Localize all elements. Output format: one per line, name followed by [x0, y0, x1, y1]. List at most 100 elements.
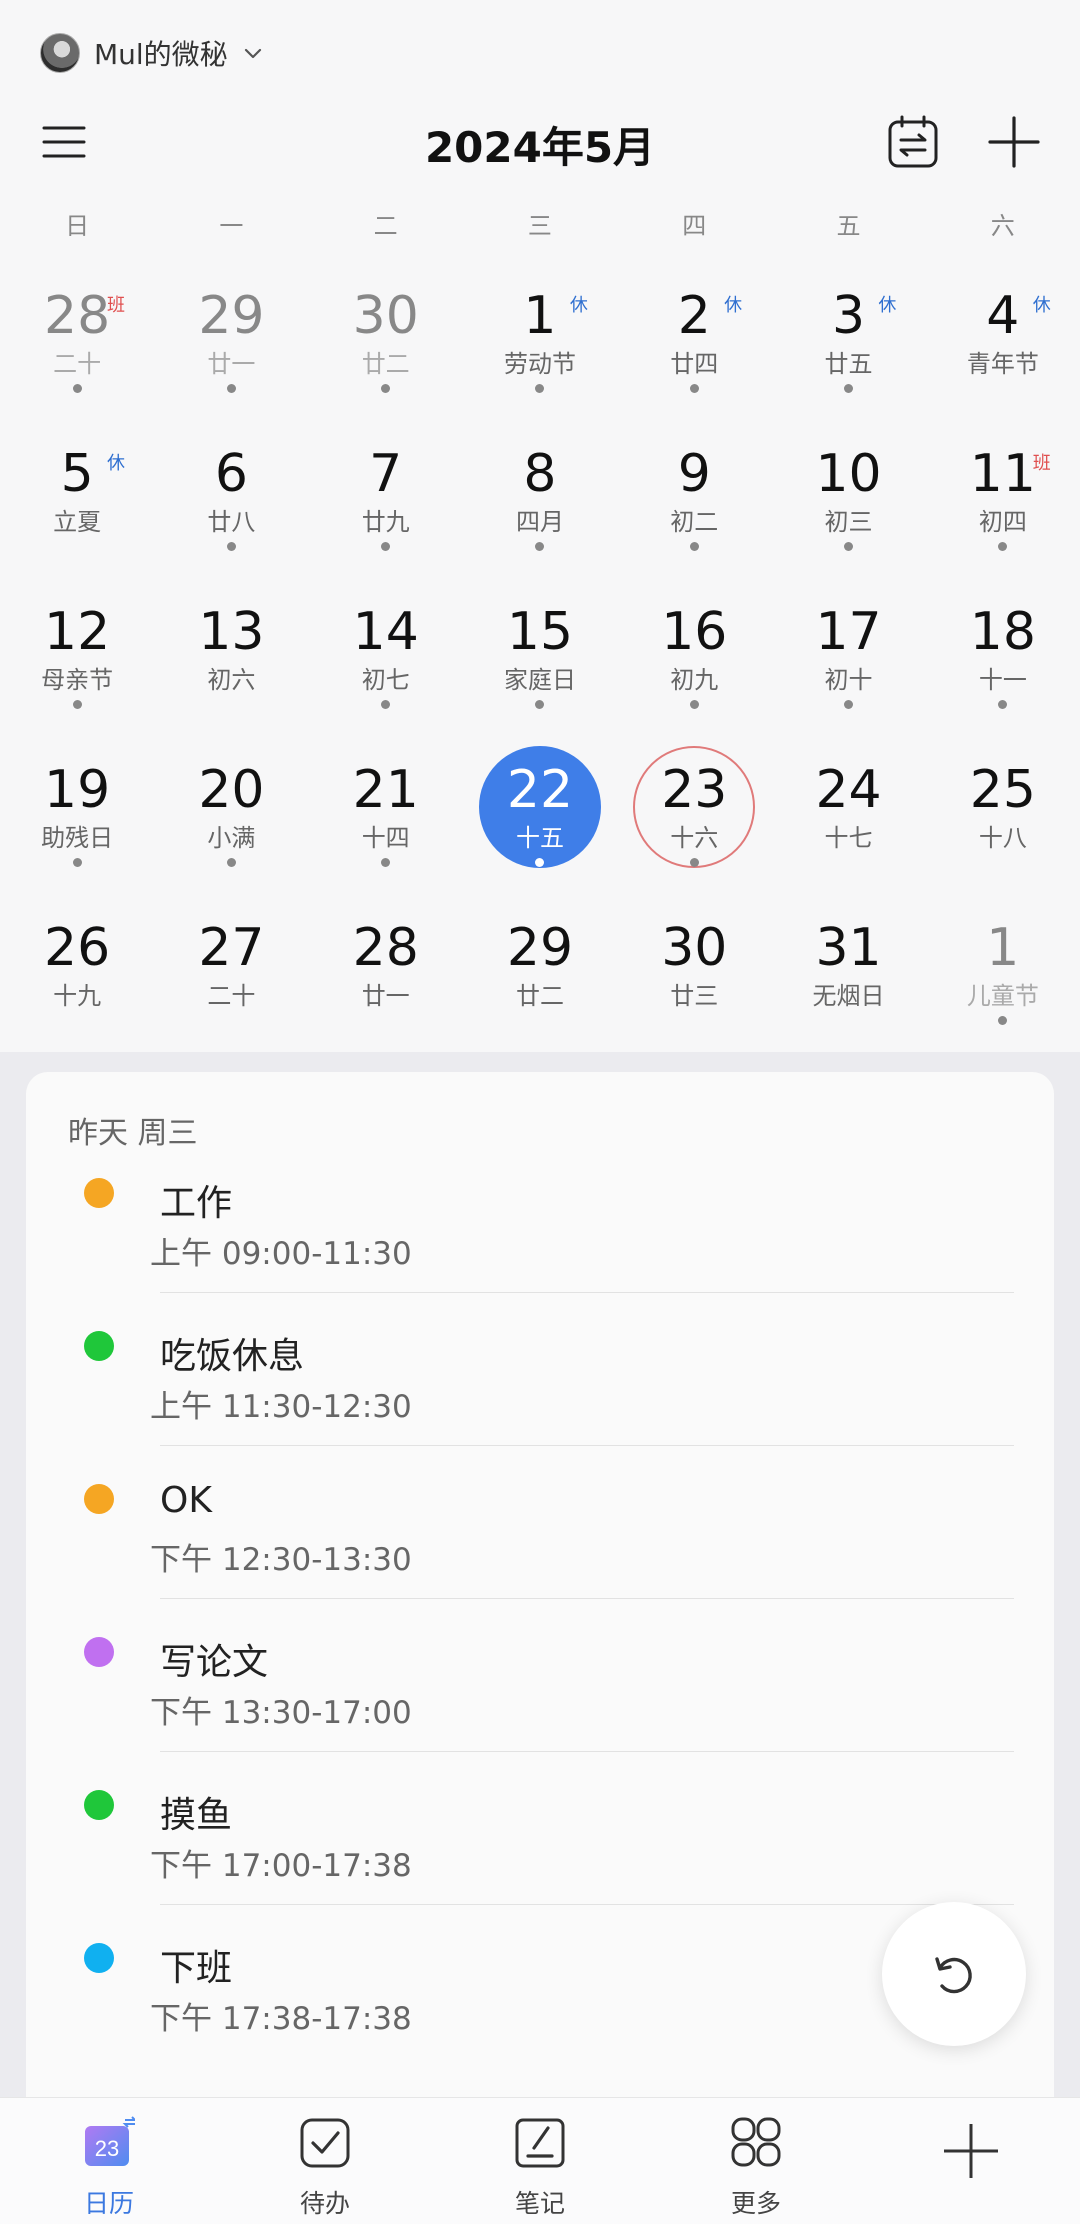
event-indicator-dot [689, 542, 699, 551]
calendar-day-cell[interactable]: 9 初二 [617, 424, 771, 582]
day-number: 25 [969, 760, 1036, 820]
calendar-day-cell[interactable]: 24 十七 [771, 740, 925, 898]
calendar-day-cell[interactable]: 2 廿四 休 [617, 266, 771, 424]
event-indicator-dot [72, 858, 82, 867]
calendar-day-cell[interactable]: 1 劳动节 休 [463, 266, 617, 424]
event-indicator-dot [72, 384, 82, 393]
day-number: 15 [506, 602, 574, 662]
calendar-day-cell[interactable]: 30 廿二 [309, 266, 463, 424]
event-indicator-dot [226, 384, 236, 393]
event-title: OK [160, 1480, 212, 1521]
plus-icon[interactable] [940, 2120, 1002, 2182]
calendar-day-cell[interactable]: 20 小满 [154, 740, 308, 898]
lunar-date: 十五 [515, 824, 564, 852]
calendar-day-cell[interactable]: 11 初四 班 [926, 424, 1080, 582]
day-number: 7 [369, 444, 403, 504]
lunar-date: 初六 [207, 666, 256, 694]
event-color-dot [84, 1637, 114, 1667]
event-title: 摸鱼 [160, 1795, 233, 1836]
lunar-date: 十九 [53, 982, 102, 1010]
calendar-day-cell[interactable]: 16 初九 [617, 582, 771, 740]
workday-badge: 班 [1032, 453, 1051, 474]
calendar-day-cell[interactable]: 28 二十 班 [0, 266, 154, 424]
day-number: 29 [506, 918, 574, 978]
event-indicator-dot [844, 700, 854, 709]
calendar-day-cell[interactable]: 23 十六 [617, 740, 771, 898]
agenda-event[interactable]: 写论文 下午 13:30-17:00 [26, 1599, 1054, 1752]
weekday-header: 日 一 二 三 四 五 六 [0, 206, 1080, 246]
nav-more[interactable]: 更多 [686, 2108, 826, 2218]
day-number: 19 [44, 760, 111, 820]
calendar-day-cell[interactable]: 21 十四 [309, 740, 463, 898]
agenda-event[interactable]: 摸鱼 下午 17:00-17:38 [26, 1752, 1054, 1905]
event-indicator-dot [998, 542, 1008, 551]
calendar-day-cell[interactable]: 28 廿一 [309, 898, 463, 1056]
calendar-day-cell[interactable]: 6 廿八 [154, 424, 308, 582]
event-color-dot [84, 1790, 114, 1820]
day-number: 24 [815, 760, 882, 820]
event-time: 下午 13:30-17:00 [150, 1695, 412, 1731]
workday-badge: 班 [107, 295, 125, 316]
event-indicator-dot [72, 700, 82, 709]
lunar-date: 初七 [361, 666, 410, 694]
weekday-label: 三 [527, 212, 552, 240]
nav-calendar[interactable]: 23 日历 [39, 2108, 179, 2218]
lunar-date: 小满 [207, 824, 256, 852]
calendar-day-cell[interactable]: 27 二十 [154, 898, 308, 1056]
calendar-day-cell[interactable]: 26 十九 [0, 898, 154, 1056]
nav-label-notes: 笔记 [514, 2189, 565, 2218]
add-event-icon[interactable] [986, 114, 1042, 170]
day-number: 30 [661, 918, 728, 978]
calendar-day-cell[interactable]: 3 廿五 休 [771, 266, 925, 424]
calendar-day-cell[interactable]: 15 家庭日 [463, 582, 617, 740]
agenda-event[interactable]: 工作 上午 09:00-11:30 [26, 1140, 1054, 1293]
lunar-date: 廿五 [824, 350, 873, 378]
refresh-button[interactable] [882, 1902, 1026, 2046]
calendar-day-cell[interactable]: 5 立夏 休 [0, 424, 154, 582]
calendar-day-cell[interactable]: 19 助残日 [0, 740, 154, 898]
calendar-day-cell[interactable]: 18 十一 [926, 582, 1080, 740]
agenda-event[interactable]: OK 下午 12:30-13:30 [26, 1446, 1054, 1599]
nav-notes[interactable]: 笔记 [470, 2108, 610, 2218]
calendar-day-cell[interactable]: 8 四月 [463, 424, 617, 582]
calendar-day-cell[interactable]: 13 初六 [154, 582, 308, 740]
calendar-day-cell[interactable]: 29 廿二 [463, 898, 617, 1056]
event-indicator-dot [535, 542, 545, 551]
lunar-date: 初四 [978, 508, 1027, 536]
lunar-date: 二十 [207, 982, 256, 1010]
calendar-day-cell[interactable]: 22 十五 [463, 740, 617, 898]
calendar-day-cell[interactable]: 14 初七 [309, 582, 463, 740]
lunar-date: 十六 [670, 824, 719, 852]
account-switcher[interactable]: Mul的微秘 [40, 28, 264, 78]
event-title: 下班 [160, 1948, 233, 1989]
calendar-day-cell[interactable]: 25 十八 [926, 740, 1080, 898]
event-indicator-dot [844, 542, 854, 551]
holiday-badge: 休 [878, 295, 897, 316]
nav-todo[interactable]: 待办 [255, 2108, 395, 2218]
calendar-day-cell[interactable]: 10 初三 [771, 424, 925, 582]
calendar-day-cell[interactable]: 7 廿九 [309, 424, 463, 582]
event-indicator-dot [844, 384, 854, 393]
calendar-icon: 23 [85, 2116, 135, 2166]
day-number: 3 [832, 286, 866, 346]
view-switch-icon[interactable] [886, 114, 940, 170]
day-number: 6 [214, 444, 248, 504]
calendar-day-cell[interactable]: 4 青年节 休 [926, 266, 1080, 424]
event-indicator-dot [226, 542, 236, 551]
lunar-date: 家庭日 [503, 666, 576, 694]
calendar-day-cell[interactable]: 1 儿童节 [926, 898, 1080, 1056]
day-number: 28 [44, 286, 111, 346]
calendar-day-cell[interactable]: 29 廿一 [154, 266, 308, 424]
calendar-day-cell[interactable]: 30 廿三 [617, 898, 771, 1056]
event-color-dot [84, 1331, 114, 1361]
event-time: 上午 09:00-11:30 [150, 1236, 412, 1272]
calendar-day-cell[interactable]: 31 无烟日 [771, 898, 925, 1056]
event-color-dot [84, 1484, 114, 1514]
day-number: 16 [661, 602, 728, 662]
refresh-icon [935, 1957, 972, 1994]
lunar-date: 劳动节 [503, 350, 576, 378]
agenda-event[interactable]: 吃饭休息 上午 11:30-12:30 [26, 1293, 1054, 1446]
calendar-day-cell[interactable]: 12 母亲节 [0, 582, 154, 740]
calendar-day-cell[interactable]: 17 初十 [771, 582, 925, 740]
event-indicator-dot [689, 858, 699, 867]
